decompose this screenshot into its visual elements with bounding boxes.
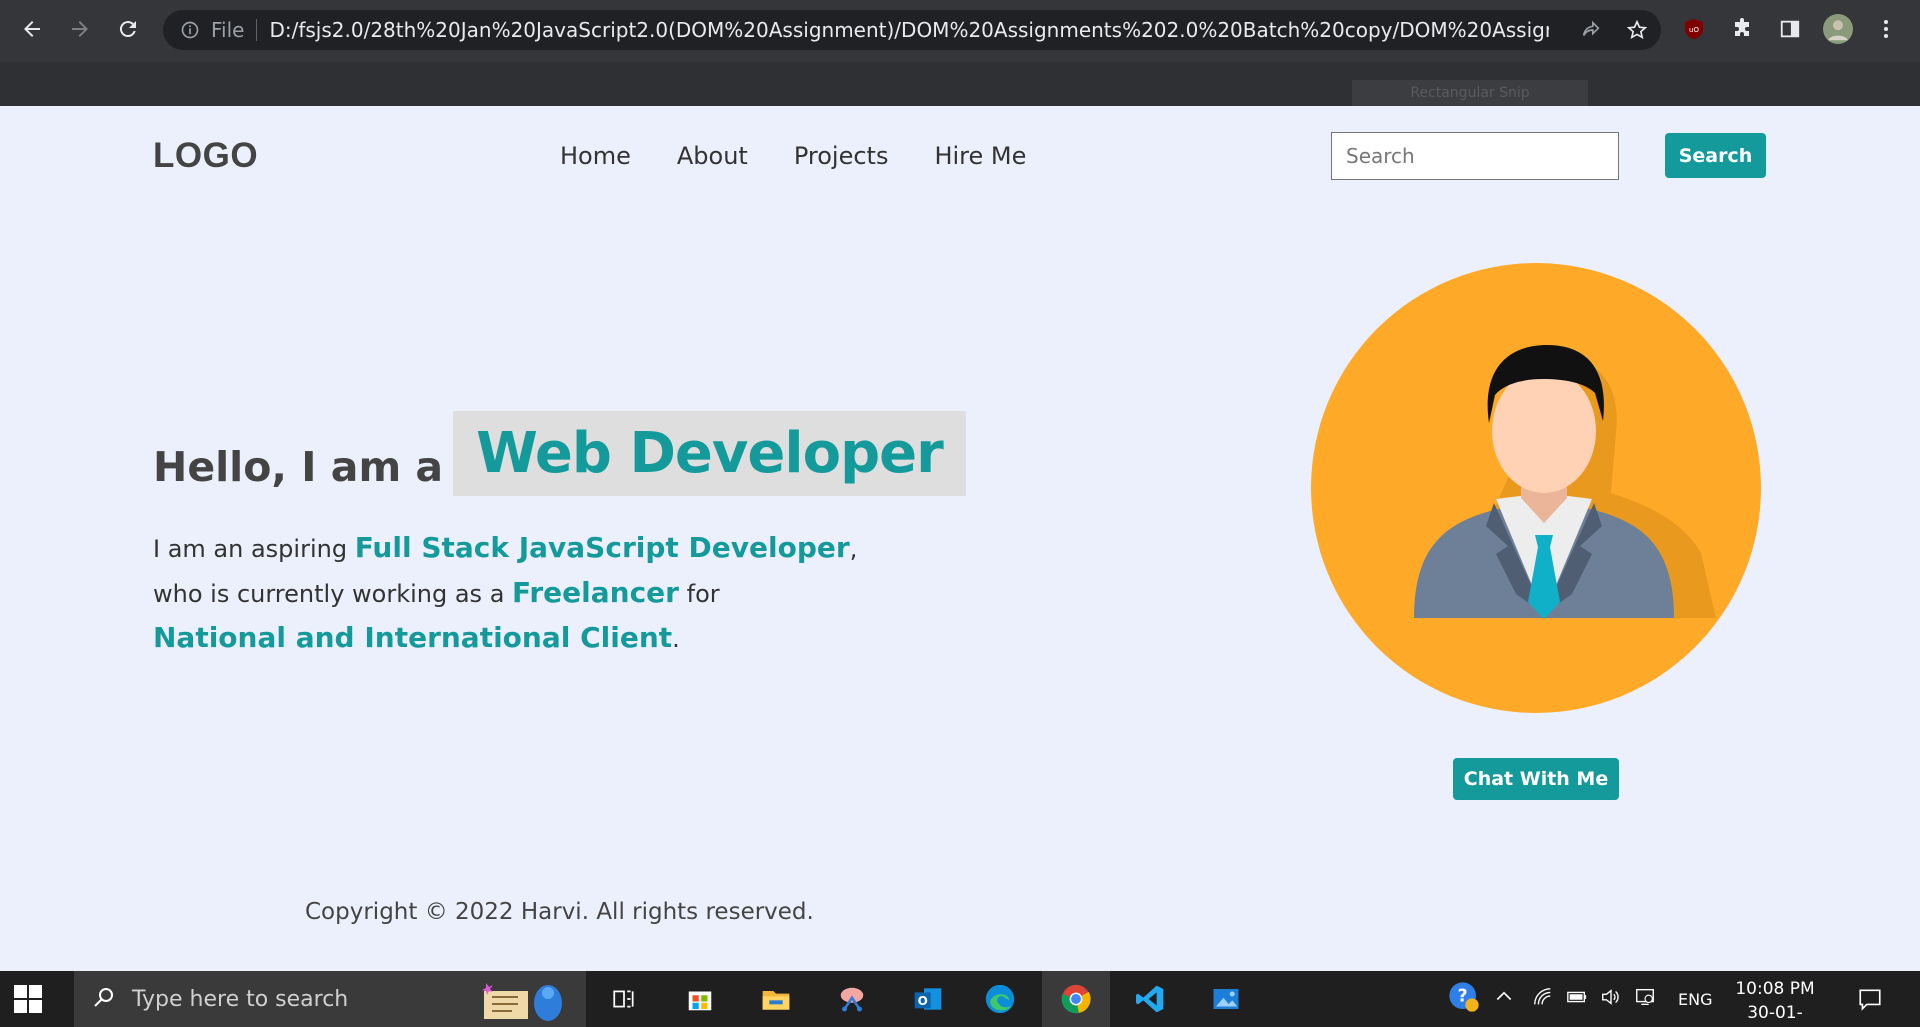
hero-line-2-text: who is currently working as a: [153, 580, 513, 608]
url-text[interactable]: D:/fsjs2.0/28th%20Jan%20JavaScript2.0(DO…: [269, 18, 1549, 42]
browser-toolbar: Rectangular Snip File D:/fsjs2.0/28th%20…: [0, 0, 1920, 106]
snipping-tool-icon[interactable]: [832, 979, 872, 1019]
tab-strip: [0, 62, 1920, 106]
nav-link-home[interactable]: Home: [560, 142, 631, 170]
profile-illustration: [1311, 263, 1761, 713]
file-scheme-label: File: [211, 18, 245, 42]
edge-browser-icon[interactable]: [980, 979, 1020, 1019]
clock-time: 10:08 PM: [1735, 979, 1815, 999]
bookmark-star-icon[interactable]: [1625, 18, 1649, 42]
hero-line-1: I am an aspiring Full Stack JavaScript D…: [153, 526, 913, 571]
nav-link-hire-me[interactable]: Hire Me: [934, 142, 1026, 170]
volume-icon[interactable]: [1600, 986, 1634, 1012]
share-icon[interactable]: [1579, 18, 1603, 42]
chat-with-me-button[interactable]: Chat With Me: [1453, 758, 1619, 800]
search-input[interactable]: [1331, 132, 1619, 180]
nav-link-about[interactable]: About: [677, 142, 748, 170]
language-indicator[interactable]: ENG: [1678, 990, 1712, 1009]
hero-heading: Hello, I am a Web Developer: [153, 411, 966, 496]
display-settings-icon[interactable]: [1634, 986, 1672, 1012]
photos-icon[interactable]: [1206, 979, 1246, 1019]
ublock-icon[interactable]: uO: [1677, 12, 1711, 46]
hero-line-1-end: ,: [849, 535, 858, 563]
site-logo[interactable]: LOGO: [153, 136, 258, 176]
freelancer-highlight: Freelancer: [512, 576, 679, 609]
hero-prefix: Hello, I am a: [153, 442, 444, 491]
side-panel-icon[interactable]: [1773, 12, 1807, 46]
system-tray: ? ENG: [1448, 971, 1712, 1027]
extensions-puzzle-icon[interactable]: [1725, 12, 1759, 46]
chevron-up-icon[interactable]: [1494, 987, 1532, 1011]
chrome-icon[interactable]: [1042, 971, 1110, 1027]
search-highlight-icon: [478, 977, 568, 1027]
network-icon[interactable]: [1532, 986, 1566, 1012]
task-view-icon[interactable]: [604, 979, 644, 1019]
address-separator: [256, 19, 258, 41]
profile-avatar[interactable]: [1821, 12, 1855, 46]
businessman-avatar-icon: [1414, 345, 1716, 619]
nav-link-projects[interactable]: Projects: [794, 142, 889, 170]
windows-taskbar: Type here to search O ? ENG 10:08 PM 30-…: [0, 971, 1920, 1027]
hero-highlight: Web Developer: [453, 411, 966, 496]
browser-menu-icon[interactable]: [1869, 12, 1903, 46]
vscode-icon[interactable]: [1130, 979, 1170, 1019]
file-explorer-icon[interactable]: [756, 979, 796, 1019]
outlook-icon[interactable]: O: [908, 979, 948, 1019]
search-button[interactable]: Search: [1665, 133, 1766, 178]
windows-start-icon[interactable]: [14, 985, 42, 1013]
clock-date: 30-01-2023: [1747, 1003, 1803, 1023]
role-highlight: Full Stack JavaScript Developer: [354, 531, 850, 564]
hero-line-2: who is currently working as a Freelancer…: [153, 571, 913, 616]
address-bar[interactable]: File D:/fsjs2.0/28th%20Jan%20JavaScript2…: [163, 10, 1661, 50]
svg-text:O: O: [918, 994, 928, 1008]
system-clock[interactable]: 10:08 PM 30-01-2023: [1730, 977, 1820, 1027]
battery-icon[interactable]: [1566, 986, 1600, 1012]
hero-line-2-end: for: [678, 580, 720, 608]
site-info-icon[interactable]: [179, 19, 201, 41]
web-page: LOGO Home About Projects Hire Me Search …: [0, 106, 1920, 971]
main-nav: Home About Projects Hire Me: [560, 142, 1026, 170]
search-icon: [92, 985, 116, 1013]
help-notification-icon[interactable]: ?: [1448, 981, 1486, 1017]
forward-icon[interactable]: [62, 11, 98, 47]
taskbar-search-placeholder: Type here to search: [132, 986, 349, 1012]
snip-overlay-label: Rectangular Snip: [1352, 80, 1588, 106]
hero-line-3: National and International Client.: [153, 616, 913, 661]
hero-description: I am an aspiring Full Stack JavaScript D…: [153, 526, 913, 661]
back-icon[interactable]: [14, 11, 50, 47]
taskbar-search-box[interactable]: Type here to search: [74, 971, 586, 1027]
reload-icon[interactable]: [110, 11, 146, 47]
svg-text:uO: uO: [1689, 26, 1699, 34]
microsoft-store-icon[interactable]: [680, 979, 720, 1019]
copyright-text: Copyright © 2022 Harvi. All rights reser…: [305, 899, 814, 925]
clients-highlight: National and International Client: [153, 621, 673, 654]
hero-line-3-end: .: [672, 625, 680, 653]
notification-center-icon[interactable]: [1850, 979, 1890, 1019]
hero-line-1-text: I am an aspiring: [153, 535, 355, 563]
